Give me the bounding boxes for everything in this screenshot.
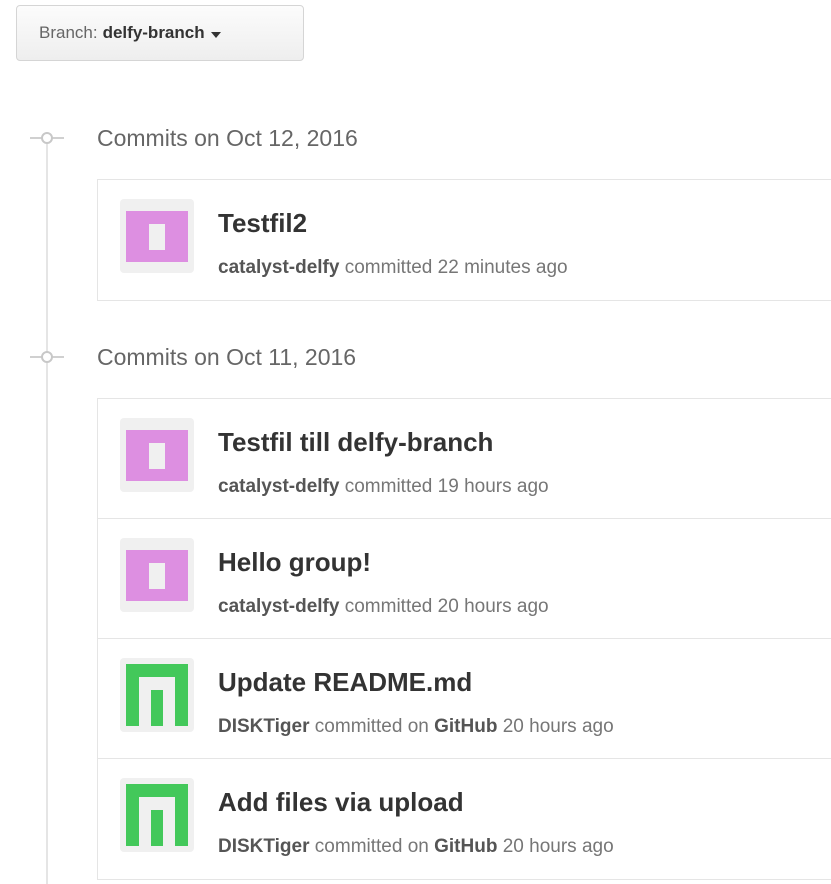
commit-author-link[interactable]: DISKTiger	[218, 836, 310, 857]
commit-meta: DISKTiger committed on GitHub 20 hours a…	[218, 836, 614, 858]
day-title: Commits on Oct 12, 2016	[97, 124, 358, 151]
commit-meta: DISKTiger committed on GitHub 20 hours a…	[218, 716, 614, 738]
commit-meta: catalyst-delfy committed 20 hours ago	[218, 596, 549, 618]
commit-via-label: GitHub	[434, 836, 498, 857]
commit-title-link[interactable]: Update README.md	[218, 667, 472, 698]
avatar[interactable]	[120, 199, 194, 273]
commit-verb: committed	[344, 596, 433, 617]
commit-dot-icon	[30, 131, 64, 145]
identicon-green-icon	[126, 784, 188, 846]
commit-author-link[interactable]: catalyst-delfy	[218, 596, 339, 617]
avatar[interactable]	[120, 418, 194, 492]
commit-via-label: GitHub	[434, 716, 498, 737]
branch-prefix-label: Branch:	[39, 23, 98, 42]
commit-title-link[interactable]: Add files via upload	[218, 787, 464, 818]
commit-meta: catalyst-delfy committed 19 hours ago	[218, 476, 549, 498]
day-header: Commits on Oct 12, 2016	[30, 123, 358, 153]
commit-author-link[interactable]: DISKTiger	[218, 716, 310, 737]
commit-author-link[interactable]: catalyst-delfy	[218, 476, 339, 497]
commit-list: Testfil2 catalyst-delfy committed 22 min…	[97, 179, 831, 301]
commit-list: Testfil till delfy-branch catalyst-delfy…	[97, 398, 831, 880]
identicon-pink-icon	[126, 211, 188, 262]
commit-verb: committed	[344, 476, 433, 497]
identicon-pink-icon	[126, 550, 188, 601]
commit-title-link[interactable]: Testfil2	[218, 208, 307, 239]
commit-row[interactable]: Add files via upload DISKTiger committed…	[98, 759, 831, 879]
commit-dot-icon	[30, 350, 64, 364]
commit-title-link[interactable]: Testfil till delfy-branch	[218, 427, 493, 458]
commit-time: 19 hours ago	[437, 476, 549, 497]
commit-verb: committed	[344, 257, 433, 278]
commit-verb: committed on	[314, 716, 429, 737]
day-title: Commits on Oct 11, 2016	[97, 343, 357, 370]
avatar[interactable]	[120, 538, 194, 612]
commit-row[interactable]: Hello group! catalyst-delfy committed 20…	[98, 519, 831, 639]
day-header: Commits on Oct 11, 2016	[30, 342, 356, 372]
commit-row[interactable]: Testfil till delfy-branch catalyst-delfy…	[98, 399, 831, 519]
commit-time: 22 minutes ago	[437, 257, 568, 278]
commit-time: 20 hours ago	[437, 596, 549, 617]
commit-row[interactable]: Testfil2 catalyst-delfy committed 22 min…	[98, 180, 831, 300]
commit-time: 20 hours ago	[502, 836, 614, 857]
commit-time: 20 hours ago	[502, 716, 614, 737]
avatar[interactable]	[120, 658, 194, 732]
identicon-green-icon	[126, 664, 188, 726]
commit-row[interactable]: Update README.md DISKTiger committed on …	[98, 639, 831, 759]
commit-verb: committed on	[314, 836, 429, 857]
commit-title-link[interactable]: Hello group!	[218, 547, 371, 578]
commit-author-link[interactable]: catalyst-delfy	[218, 257, 339, 278]
timeline-line	[46, 140, 48, 884]
branch-name-label: delfy-branch	[102, 23, 205, 42]
commits-page: Branch: delfy-branch Commits on Oct 12, …	[0, 0, 831, 884]
commit-meta: catalyst-delfy committed 22 minutes ago	[218, 257, 568, 279]
branch-selector-button[interactable]: Branch: delfy-branch	[16, 5, 304, 61]
caret-down-icon	[210, 31, 221, 38]
identicon-pink-icon	[126, 430, 188, 481]
avatar[interactable]	[120, 778, 194, 852]
